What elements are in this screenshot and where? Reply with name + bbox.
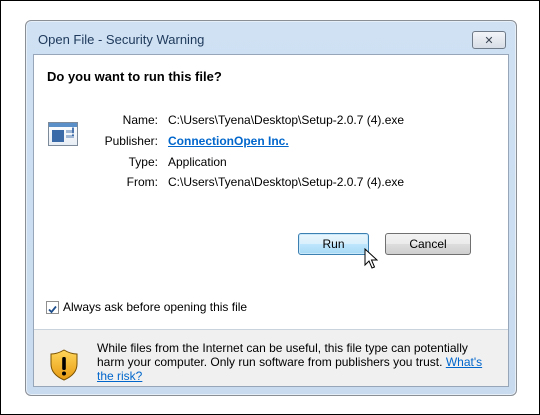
run-button[interactable]: Run [298,233,369,255]
publisher-link[interactable]: ConnectionOpen Inc. [168,134,289,148]
publisher-label: Publisher: [104,134,158,148]
mouse-pointer-icon [364,248,378,269]
checkmark-icon [48,305,57,314]
window-title: Open File - Security Warning [38,32,205,47]
security-warning-message: While files from the Internet can be use… [97,341,497,383]
dialog-content: Do you want to run this file? ! Name: C:… [33,54,509,387]
footer-divider [34,329,508,330]
always-ask-label[interactable]: Always ask before opening this file [63,300,247,314]
name-label: Name: [122,113,158,127]
dialog-question: Do you want to run this file? [47,69,222,84]
warning-body-text: While files from the Internet can be use… [97,341,468,369]
from-label: From: [126,175,158,189]
always-ask-checkbox[interactable] [46,301,59,314]
name-value: C:\Users\Tyena\Desktop\Setup-2.0.7 (4).e… [168,113,405,127]
title-bar: Open File - Security Warning ✕ [26,21,516,51]
exe-file-icon: ! [48,122,78,146]
security-shield-icon [50,349,78,381]
from-value: C:\Users\Tyena\Desktop\Setup-2.0.7 (4).e… [168,175,405,189]
close-icon: ✕ [484,34,494,47]
type-value: Application [168,155,227,169]
type-label: Type: [128,155,158,169]
security-warning-dialog: Open File - Security Warning ✕ Do you wa… [25,20,517,396]
cancel-button[interactable]: Cancel [385,233,471,255]
close-button[interactable]: ✕ [472,31,506,49]
